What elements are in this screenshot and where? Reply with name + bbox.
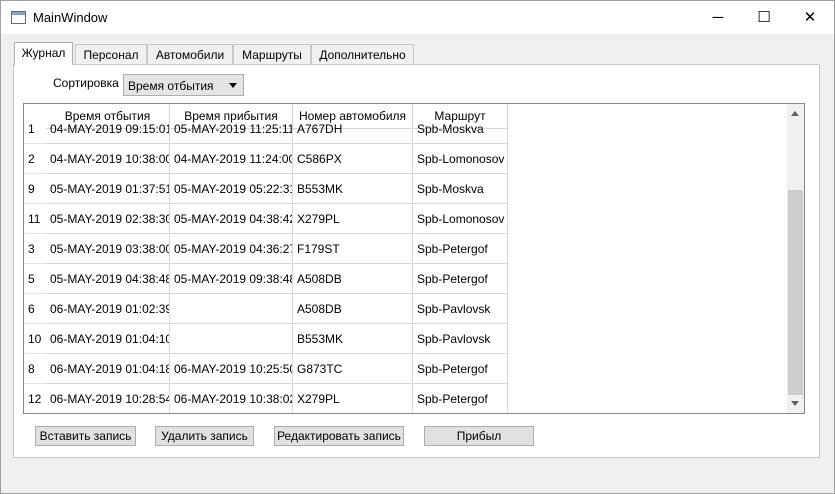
cell-car-number[interactable]: A767DH — [293, 114, 413, 144]
insert-record-button[interactable]: Вставить запись — [35, 426, 136, 446]
tab-staff[interactable]: Персонал — [75, 44, 147, 65]
tab-additional[interactable]: Дополнительно — [311, 44, 414, 65]
cell-departure[interactable]: 06-MAY-2019 01:04:10 — [46, 324, 170, 354]
table-row[interactable]: 10 06-MAY-2019 01:04:10 B553MK Spb-Pavlovsk — [24, 324, 508, 354]
tab-routes[interactable]: Маршруты — [233, 44, 311, 65]
cell-car-number[interactable]: X279PL — [293, 204, 413, 234]
cell-departure[interactable]: 05-MAY-2019 02:38:30 — [46, 204, 170, 234]
cell-route[interactable]: Spb-Pavlovsk — [413, 294, 508, 324]
cell-arrival[interactable]: 05-MAY-2019 04:36:27 — [170, 234, 293, 264]
row-number: 1 — [24, 114, 46, 144]
close-button[interactable]: ✕ — [787, 1, 833, 34]
cell-route[interactable]: Spb-Moskva — [413, 174, 508, 204]
cell-car-number[interactable]: X279PL — [293, 384, 413, 413]
row-number: 2 — [24, 144, 46, 174]
cell-route[interactable]: Spb-Petergof — [413, 384, 508, 413]
table-row[interactable]: 6 06-MAY-2019 01:02:39 A508DB Spb-Pavlovsk — [24, 294, 508, 324]
minimize-button[interactable]: ─ — [695, 1, 741, 34]
cell-departure[interactable]: 06-MAY-2019 10:28:54 — [46, 384, 170, 413]
table-row[interactable]: 11 05-MAY-2019 02:38:30 05-MAY-2019 04:38:… — [24, 204, 508, 234]
cell-departure[interactable]: 05-MAY-2019 04:38:48 — [46, 264, 170, 294]
scrollbar-thumb[interactable] — [788, 190, 803, 395]
cell-route[interactable]: Spb-Petergof — [413, 354, 508, 384]
cell-arrival[interactable] — [170, 324, 293, 354]
cell-car-number[interactable]: A508DB — [293, 294, 413, 324]
sort-combobox[interactable]: Время отбытия — [123, 74, 244, 96]
window-icon — [11, 11, 26, 24]
vertical-scrollbar[interactable] — [787, 104, 804, 413]
row-number: 3 — [24, 234, 46, 264]
cell-car-number[interactable]: C586PX — [293, 144, 413, 174]
cell-arrival[interactable]: 05-MAY-2019 04:38:42 — [170, 204, 293, 234]
table-row[interactable]: 9 05-MAY-2019 01:37:51 05-MAY-2019 05:22:3… — [24, 174, 508, 204]
cell-departure[interactable]: 05-MAY-2019 03:38:00 — [46, 234, 170, 264]
arrow-down-icon[interactable] — [791, 401, 799, 406]
table-row[interactable]: 5 05-MAY-2019 04:38:48 05-MAY-2019 09:38:4… — [24, 264, 508, 294]
table-row[interactable]: 12 06-MAY-2019 10:28:54 06-MAY-2019 10:38:… — [24, 384, 508, 413]
cell-arrival[interactable]: 05-MAY-2019 05:22:31 — [170, 174, 293, 204]
cell-departure[interactable]: 04-MAY-2019 10:38:00 — [46, 144, 170, 174]
sort-selected-value: Время отбытия — [128, 79, 214, 93]
cell-departure[interactable]: 06-MAY-2019 01:02:39 — [46, 294, 170, 324]
table-row[interactable]: 1 04-MAY-2019 09:15:01 05-MAY-2019 11:25:1… — [24, 114, 508, 144]
cell-arrival[interactable] — [170, 294, 293, 324]
cell-departure[interactable]: 04-MAY-2019 09:15:01 — [46, 114, 170, 144]
cell-arrival[interactable]: 05-MAY-2019 09:38:48 — [170, 264, 293, 294]
cell-route[interactable]: Spb-Moskva — [413, 114, 508, 144]
journal-table[interactable]: Время отбытия Время прибытия Номер автом… — [23, 103, 805, 414]
cell-arrival[interactable]: 05-MAY-2019 11:25:11 — [170, 114, 293, 144]
tab-cars[interactable]: Автомобили — [147, 44, 233, 65]
table-row[interactable]: 8 06-MAY-2019 01:04:18 06-MAY-2019 10:25:5… — [24, 354, 508, 384]
table-row[interactable]: 3 05-MAY-2019 03:38:00 05-MAY-2019 04:36:2… — [24, 234, 508, 264]
row-number: 10 — [24, 324, 46, 354]
row-number: 6 — [24, 294, 46, 324]
chevron-down-icon — [229, 83, 237, 88]
arrived-button[interactable]: Прибыл — [424, 426, 534, 446]
cell-car-number[interactable]: B553MK — [293, 174, 413, 204]
cell-car-number[interactable]: F179ST — [293, 234, 413, 264]
row-number: 5 — [24, 264, 46, 294]
cell-arrival[interactable]: 04-MAY-2019 11:24:00 — [170, 144, 293, 174]
arrow-up-icon[interactable] — [791, 111, 799, 116]
cell-car-number[interactable]: A508DB — [293, 264, 413, 294]
window-title: MainWindow — [33, 10, 108, 25]
title-bar: MainWindow ─ ☐ ✕ — [1, 1, 834, 34]
cell-departure[interactable]: 06-MAY-2019 01:04:18 — [46, 354, 170, 384]
cell-route[interactable]: Spb-Pavlovsk — [413, 324, 508, 354]
cell-arrival[interactable]: 06-MAY-2019 10:25:50 — [170, 354, 293, 384]
cell-route[interactable]: Spb-Petergof — [413, 264, 508, 294]
cell-route[interactable]: Spb-Petergof — [413, 234, 508, 264]
edit-record-button[interactable]: Редактировать запись — [274, 426, 404, 446]
cell-arrival[interactable]: 06-MAY-2019 10:38:02 — [170, 384, 293, 413]
row-number: 8 — [24, 354, 46, 384]
cell-car-number[interactable]: B553MK — [293, 324, 413, 354]
cell-car-number[interactable]: G873TC — [293, 354, 413, 384]
row-number: 11 — [24, 204, 46, 234]
row-number: 9 — [24, 174, 46, 204]
cell-route[interactable]: Spb-Lomonosov — [413, 204, 508, 234]
delete-record-button[interactable]: Удалить запись — [155, 426, 254, 446]
cell-route[interactable]: Spb-Lomonosov — [413, 144, 508, 174]
row-number: 12 — [24, 384, 46, 413]
cell-departure[interactable]: 05-MAY-2019 01:37:51 — [46, 174, 170, 204]
maximize-button[interactable]: ☐ — [741, 1, 787, 34]
table-row[interactable]: 2 04-MAY-2019 10:38:00 04-MAY-2019 11:24:0… — [24, 144, 508, 174]
tab-journal[interactable]: Журнал — [14, 42, 73, 65]
sort-label: Сортировка — [53, 76, 119, 90]
